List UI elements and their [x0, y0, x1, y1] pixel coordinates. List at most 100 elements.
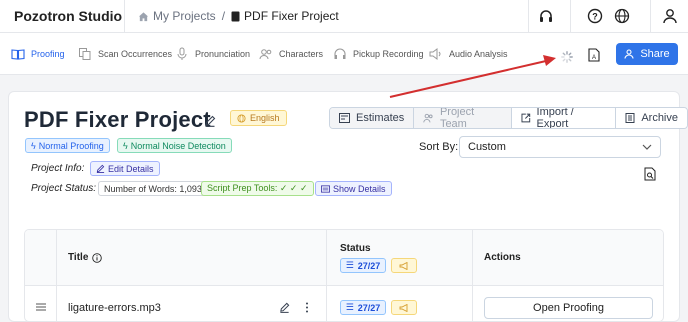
sort-by-select[interactable]: Custom [459, 136, 661, 158]
microphone-icon [177, 47, 187, 60]
row-status-count: 27/27 [357, 302, 381, 313]
pencil-icon [96, 164, 105, 173]
open-proofing-button[interactable]: Open Proofing [484, 297, 653, 319]
bolt-icon: ϟ [123, 140, 128, 151]
tool-proofing[interactable]: Proofing [11, 47, 65, 61]
tag-label: Normal Noise Detection [130, 140, 226, 151]
column-divider [472, 230, 473, 321]
archive-icon [625, 113, 635, 123]
import-export-button[interactable]: Import / Export [511, 107, 617, 129]
loading-spinner-icon [561, 51, 573, 63]
help-icon[interactable]: ? [587, 8, 603, 24]
tool-audio-analysis[interactable]: Audio Analysis [429, 47, 508, 61]
estimates-label: Estimates [356, 112, 405, 124]
divider [650, 0, 651, 33]
search-document-icon[interactable] [644, 167, 656, 181]
tool-label: Scan Occurrences [98, 49, 173, 59]
chevron-down-icon [642, 144, 652, 150]
share-button[interactable]: Share [616, 43, 678, 65]
user-icon[interactable] [662, 8, 678, 24]
tag-normal-noise-detection: ϟ Normal Noise Detection [117, 138, 232, 153]
tool-characters[interactable]: Characters [259, 47, 323, 61]
pencil-icon[interactable] [204, 115, 216, 127]
archive-label: Archive [641, 112, 678, 124]
tool-scan-occurrences[interactable]: Scan Occurrences [78, 47, 172, 61]
sort-by-label: Sort By: [419, 141, 459, 153]
info-icon[interactable] [92, 252, 103, 263]
list-icon: ☰ [345, 260, 354, 270]
divider [570, 0, 571, 33]
home-icon [138, 11, 149, 21]
project-status-label: Project Status: [31, 183, 97, 194]
project-title: PDF Fixer Project [24, 107, 211, 132]
column-divider [56, 230, 57, 321]
sort-value: Custom [468, 141, 506, 153]
show-details-label: Show Details [333, 183, 386, 194]
import-export-label: Import / Export [536, 107, 574, 129]
bolt-icon: ϟ [31, 140, 36, 151]
breadcrumb: My Projects / PDF Fixer Project [138, 9, 339, 23]
archive-button[interactable]: Archive [616, 108, 687, 128]
edit-details-label: Edit Details [108, 163, 154, 174]
show-details-button[interactable]: Show Details [315, 181, 392, 196]
share-label: Share [640, 48, 670, 60]
project-actions-group: Estimates Project Team Import / Export A… [329, 107, 688, 129]
language-label: English [250, 113, 280, 123]
script-prep-badge: Script Prep Tools: ✓ ✓ ✓ [201, 181, 314, 196]
headset-icon [334, 48, 346, 59]
row-title[interactable]: ligature-errors.mp3 [68, 302, 161, 314]
breadcrumb-separator: / [221, 9, 226, 23]
tool-pronunciation[interactable]: Pronunciation [175, 47, 250, 61]
external-link-icon [521, 113, 531, 123]
document-icon [231, 11, 240, 21]
tool-label: Pickup Recording [353, 49, 424, 59]
tag-normal-proofing: ϟ Normal Proofing [25, 138, 110, 153]
user-icon [624, 49, 634, 59]
actions-column-header: Actions [484, 252, 521, 263]
copy-icon [79, 48, 91, 60]
project-team-label: Project Team [439, 107, 475, 129]
edit-details-button[interactable]: Edit Details [90, 161, 160, 176]
users-icon [259, 49, 272, 60]
pdf-export-icon[interactable]: A [588, 48, 600, 62]
audio-files-table: Title Status ☰ 27/27 Actions ligature-er… [24, 229, 664, 322]
top-bar: Pozotron Studio My Projects / PDF Fixer … [0, 0, 688, 33]
megaphone-icon [399, 303, 408, 312]
announcement-badge [391, 258, 417, 273]
list-icon [321, 184, 330, 193]
globe-icon[interactable] [614, 8, 630, 24]
megaphone-icon [399, 261, 408, 270]
column-divider [326, 230, 327, 321]
tool-pickup-recording[interactable]: Pickup Recording [333, 47, 424, 61]
breadcrumb-my-projects[interactable]: My Projects [153, 9, 216, 23]
brand-title: Pozotron Studio [14, 8, 123, 24]
status-count-badge: ☰ 27/27 [340, 258, 386, 273]
globe-icon [237, 113, 246, 123]
calculator-icon [339, 113, 350, 123]
pencil-icon[interactable] [279, 302, 290, 313]
svg-text:?: ? [592, 12, 598, 22]
project-info-label: Project Info: [31, 163, 85, 174]
more-vertical-icon[interactable] [305, 302, 309, 313]
headphones-icon[interactable] [538, 8, 554, 24]
tool-label: Characters [279, 49, 324, 59]
breadcrumb-current: PDF Fixer Project [244, 9, 339, 23]
tool-label: Proofing [31, 49, 65, 59]
status-count: 27/27 [357, 260, 381, 271]
status-column-header: Status [340, 243, 371, 254]
words-count-badge: Number of Words: 1,093 [98, 181, 208, 196]
tool-bar: Proofing Scan Occurrences Pronunciation … [0, 33, 688, 75]
row-announcement-badge [391, 300, 417, 315]
list-icon: ☰ [345, 302, 354, 312]
row-status-badge: ☰ 27/27 [340, 300, 386, 315]
divider [528, 0, 529, 33]
title-header-label: Title [68, 252, 89, 263]
drag-handle-icon[interactable] [36, 303, 46, 311]
tool-label: Audio Analysis [449, 49, 508, 59]
project-team-button[interactable]: Project Team [414, 108, 512, 128]
speaker-icon [429, 48, 441, 60]
tool-label: Pronunciation [195, 49, 251, 59]
estimates-button[interactable]: Estimates [330, 108, 415, 128]
book-open-icon [11, 49, 25, 60]
language-badge: English [230, 110, 287, 126]
